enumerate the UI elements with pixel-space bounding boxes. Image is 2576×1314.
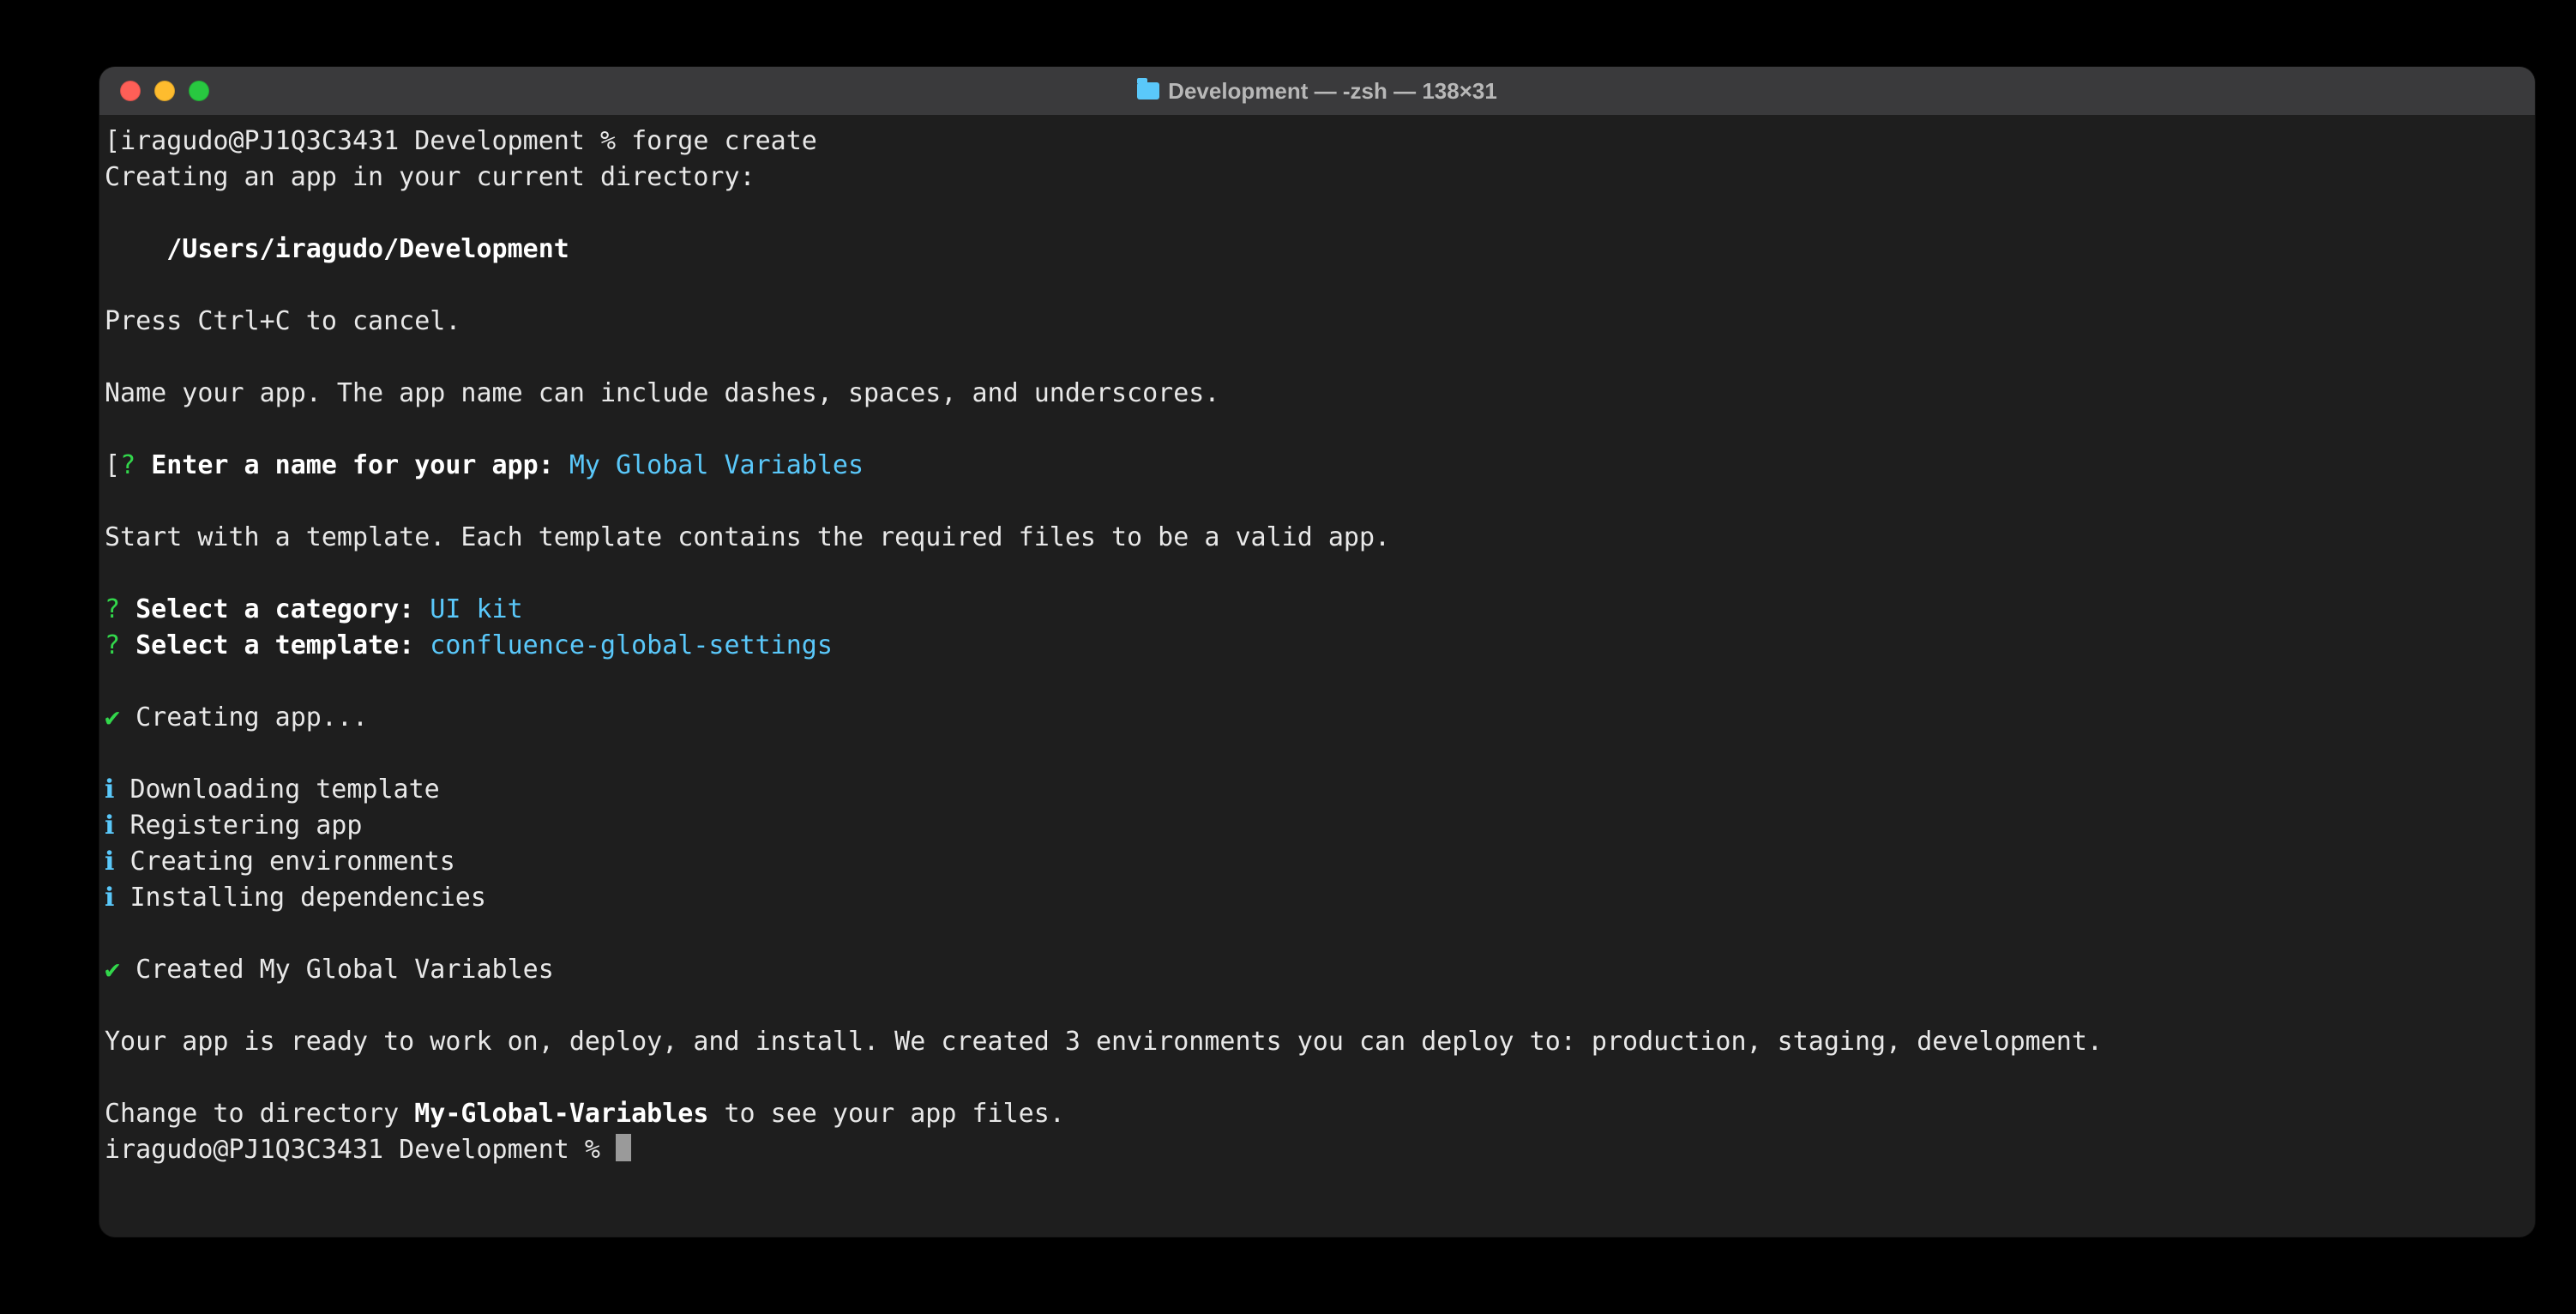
q-tpl-label: Select a template: bbox=[135, 630, 414, 660]
q-cat-value: UI kit bbox=[430, 594, 522, 624]
zoom-icon[interactable] bbox=[189, 81, 209, 101]
close-icon[interactable] bbox=[120, 81, 141, 101]
terminal-window: Development — -zsh — 138×31 [iragudo@PJ1… bbox=[99, 67, 2535, 1237]
q-cat-label: Select a category: bbox=[135, 594, 414, 624]
line-name-help: Name your app. The app name can include … bbox=[105, 378, 1219, 408]
minimize-icon[interactable] bbox=[154, 81, 175, 101]
info-icon: ℹ bbox=[105, 775, 114, 805]
qmark-icon: ? bbox=[105, 594, 120, 624]
info-icon: ℹ bbox=[105, 883, 114, 913]
cursor bbox=[616, 1134, 631, 1161]
ready-line: Your app is ready to work on, deploy, an… bbox=[105, 1027, 2103, 1057]
info-download: Downloading template bbox=[129, 775, 439, 805]
info-register: Registering app bbox=[129, 811, 362, 841]
q-name-label: Enter a name for your app: bbox=[151, 450, 554, 480]
terminal-body[interactable]: [iragudo@PJ1Q3C3431 Development % forge … bbox=[99, 115, 2535, 1237]
change-pre: Change to directory bbox=[105, 1099, 414, 1129]
window-title-text: Development — -zsh — 138×31 bbox=[1168, 78, 1497, 105]
info-icon: ℹ bbox=[105, 847, 114, 877]
info-envs: Creating environments bbox=[129, 847, 454, 877]
window-title: Development — -zsh — 138×31 bbox=[99, 78, 2535, 105]
check-icon: ✔ bbox=[105, 702, 120, 732]
info-icon: ℹ bbox=[105, 811, 114, 841]
traffic-lights bbox=[120, 81, 209, 101]
folder-icon bbox=[1137, 82, 1159, 99]
line-path: /Users/iragudo/Development bbox=[166, 234, 569, 264]
change-dir: My-Global-Variables bbox=[414, 1099, 708, 1129]
prompt-line-2: iragudo@PJ1Q3C3431 Development % bbox=[105, 1135, 616, 1165]
check-icon: ✔ bbox=[105, 955, 120, 985]
line-creating: Creating an app in your current director… bbox=[105, 162, 755, 192]
qmark-icon: ? bbox=[105, 630, 120, 660]
q-name-value: My Global Variables bbox=[569, 450, 864, 480]
q-tpl-value: confluence-global-settings bbox=[430, 630, 833, 660]
prompt-line: [iragudo@PJ1Q3C3431 Development % forge … bbox=[105, 126, 817, 156]
created-line: Created My Global Variables bbox=[135, 955, 554, 985]
line-cancel: Press Ctrl+C to cancel. bbox=[105, 306, 460, 336]
step-creating: Creating app... bbox=[135, 702, 368, 732]
titlebar[interactable]: Development — -zsh — 138×31 bbox=[99, 67, 2535, 115]
change-post: to see your app files. bbox=[708, 1099, 1064, 1129]
info-deps: Installing dependencies bbox=[129, 883, 485, 913]
line-template-help: Start with a template. Each template con… bbox=[105, 522, 1390, 552]
qmark-icon: ? bbox=[120, 450, 135, 480]
command: forge create bbox=[631, 126, 817, 156]
